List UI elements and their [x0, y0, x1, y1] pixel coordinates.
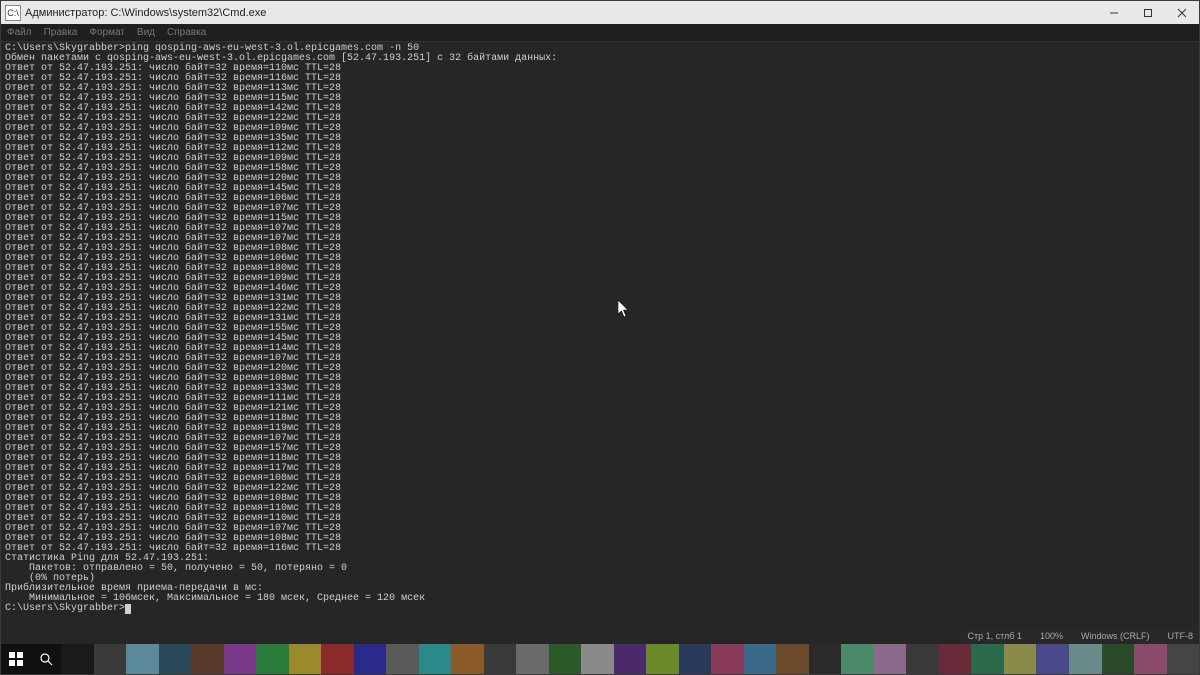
cmd-icon: C:\ [5, 5, 21, 21]
taskbar-color-cell [256, 644, 289, 674]
menu-format[interactable]: Формат [89, 27, 125, 38]
taskbar-color-cell [516, 644, 549, 674]
close-button[interactable] [1165, 2, 1199, 24]
taskbar-color-cell [1004, 644, 1037, 674]
taskbar-color-cell [1102, 644, 1135, 674]
titlebar[interactable]: C:\ Администратор: C:\Windows\system32\C… [1, 1, 1199, 24]
taskbar-color-cell [354, 644, 387, 674]
taskbar-color-cell [159, 644, 192, 674]
taskbar-color-cell [711, 644, 744, 674]
taskbar-color-cell [94, 644, 127, 674]
taskbar-color-cell [776, 644, 809, 674]
taskbar-color-cell [191, 644, 224, 674]
terminal-line: Пакетов: отправлено = 50, получено = 50,… [5, 564, 1195, 574]
taskbar-color-cell [874, 644, 907, 674]
taskbar-color-cell [614, 644, 647, 674]
status-position: Стр 1, стлб 1 [967, 631, 1021, 641]
menu-help[interactable]: Справка [167, 27, 206, 38]
taskbar-color-cell [906, 644, 939, 674]
start-button[interactable] [1, 644, 31, 674]
menubar: Файл Правка Формат Вид Справка [1, 24, 1199, 42]
taskbar-color-cell [939, 644, 972, 674]
menu-view[interactable]: Вид [137, 27, 155, 38]
search-button[interactable] [31, 644, 61, 674]
taskbar-color-cell [841, 644, 874, 674]
status-zoom: 100% [1040, 631, 1063, 641]
taskbar-color-cell [581, 644, 614, 674]
taskbar-color-strip [61, 644, 1199, 674]
taskbar-color-cell [1069, 644, 1102, 674]
taskbar-color-cell [971, 644, 1004, 674]
taskbar-color-cell [386, 644, 419, 674]
taskbar[interactable]: Стр 1, стлб 1 100% Windows (CRLF) UTF-8 [1, 644, 1199, 674]
status-bar: Стр 1, стлб 1 100% Windows (CRLF) UTF-8 [961, 627, 1199, 644]
taskbar-color-cell [61, 644, 94, 674]
taskbar-color-cell [321, 644, 354, 674]
taskbar-color-cell [744, 644, 777, 674]
taskbar-color-cell [646, 644, 679, 674]
taskbar-color-cell [1167, 644, 1200, 674]
taskbar-color-cell [451, 644, 484, 674]
terminal-output[interactable]: C:\Users\Skygrabber>ping qosping-aws-eu-… [1, 42, 1199, 644]
window-title: Администратор: C:\Windows\system32\Cmd.e… [25, 7, 266, 19]
status-charset: UTF-8 [1168, 631, 1194, 641]
menu-file[interactable]: Файл [7, 27, 32, 38]
taskbar-color-cell [549, 644, 582, 674]
taskbar-color-cell [484, 644, 517, 674]
maximize-button[interactable] [1131, 2, 1165, 24]
status-encoding: Windows (CRLF) [1081, 631, 1150, 641]
taskbar-color-cell [126, 644, 159, 674]
taskbar-color-cell [1134, 644, 1167, 674]
taskbar-color-cell [224, 644, 257, 674]
minimize-button[interactable] [1097, 2, 1131, 24]
taskbar-color-cell [289, 644, 322, 674]
terminal-cursor [125, 604, 131, 614]
taskbar-color-cell [679, 644, 712, 674]
taskbar-color-cell [419, 644, 452, 674]
cmd-window: C:\ Администратор: C:\Windows\system32\C… [0, 0, 1200, 675]
terminal-line: Минимальное = 106мсек, Максимальное = 18… [5, 594, 1195, 604]
terminal-prompt: C:\Users\Skygrabber> [5, 604, 1195, 614]
taskbar-color-cell [1036, 644, 1069, 674]
taskbar-color-cell [809, 644, 842, 674]
menu-edit[interactable]: Правка [44, 27, 78, 38]
